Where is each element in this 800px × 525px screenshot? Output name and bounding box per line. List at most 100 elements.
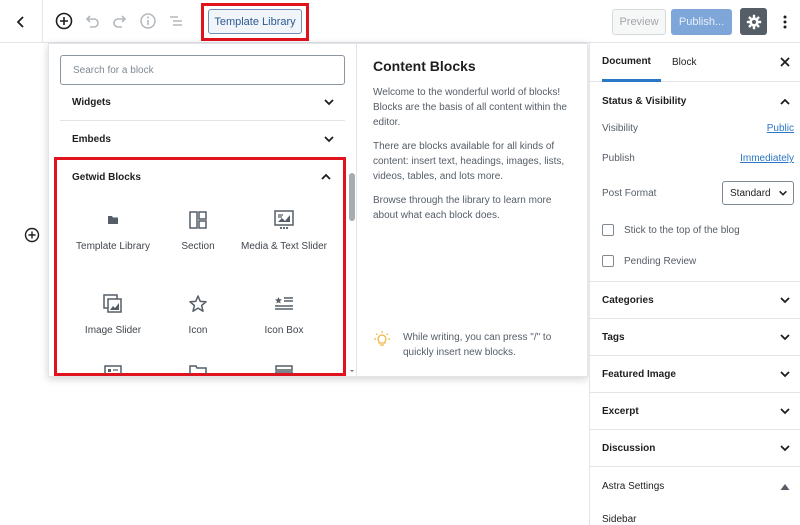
panel-tags[interactable]: Tags <box>590 319 800 356</box>
block-label: Icon Box <box>264 325 304 336</box>
chevron-up-icon <box>321 173 331 180</box>
block-inserter: Search for a block Widgets Embeds Getwid… <box>48 43 588 377</box>
block-partial-icon <box>104 365 122 374</box>
astra-sidebar-label: Sidebar <box>602 514 637 525</box>
chevron-up-icon <box>780 98 790 105</box>
block-partial-icon <box>189 365 207 374</box>
visibility-row: Visibility Public <box>602 123 794 134</box>
panel-astra-settings[interactable]: Astra Settings <box>590 468 800 505</box>
publish-date-link[interactable]: Immediately <box>740 153 794 164</box>
publish-button[interactable]: Publish... <box>671 9 732 35</box>
panel-label: Tags <box>602 331 625 343</box>
preview-button[interactable]: Preview <box>612 9 666 35</box>
post-format-select[interactable]: Standard <box>722 181 794 205</box>
panel-discussion[interactable]: Discussion <box>590 430 800 467</box>
sticky-checkbox[interactable] <box>602 224 614 236</box>
folder-icon <box>108 216 118 224</box>
inserter-scrollbar[interactable] <box>348 99 356 374</box>
help-tip: While writing, you can press "/" to quic… <box>373 330 578 360</box>
pending-checkbox[interactable] <box>602 255 614 267</box>
back-button[interactable] <box>0 0 43 43</box>
block-template-library[interactable]: Template Library <box>68 209 158 253</box>
block-icon-box[interactable]: Icon Box <box>239 293 329 337</box>
editor-toolbar: Template Library Preview Publish... <box>0 0 800 43</box>
help-paragraph: Welcome to the wonderful world of blocks… <box>373 87 567 128</box>
section-icon <box>189 211 207 229</box>
sticky-label: Stick to the top of the blog <box>624 224 740 236</box>
chevron-down-icon <box>780 445 790 452</box>
block-label: Icon <box>188 325 208 336</box>
undo-icon <box>85 15 99 28</box>
lightbulb-icon <box>374 331 390 346</box>
pending-checkbox-row[interactable]: Pending Review <box>602 255 696 267</box>
post-format-value: Standard <box>730 187 771 199</box>
chevron-down-icon <box>324 136 334 143</box>
help-paragraph: Browse through the library to learn more… <box>373 195 552 221</box>
tab-block[interactable]: Block <box>672 43 696 82</box>
plus-circle-icon <box>55 12 73 30</box>
list-outline-icon <box>170 16 182 26</box>
panel-getwid-label: Getwid Blocks <box>72 171 141 183</box>
getwid-blocks-highlight <box>54 157 346 376</box>
settings-button[interactable] <box>740 8 767 35</box>
scroll-down-arrow-icon[interactable] <box>349 368 355 374</box>
block-label: Media & Text Slider <box>241 241 327 252</box>
panel-label: Astra Settings <box>602 481 665 492</box>
sticky-checkbox-row[interactable]: Stick to the top of the blog <box>602 224 740 236</box>
panel-status-visibility[interactable]: Status & Visibility <box>590 83 800 120</box>
chevron-down-icon <box>779 190 787 196</box>
canvas-add-block-icon[interactable] <box>24 227 40 243</box>
tab-document[interactable]: Document <box>602 43 661 82</box>
panel-label: Discussion <box>602 442 656 454</box>
help-title: Content Blocks <box>373 58 476 74</box>
media-text-slider-icon <box>274 210 294 230</box>
post-format-label: Post Format <box>602 187 657 199</box>
panel-embeds[interactable]: Embeds <box>60 121 345 158</box>
block-label: Image Slider <box>84 325 142 336</box>
more-options-button[interactable] <box>775 11 795 33</box>
image-slider-icon <box>103 294 122 313</box>
gear-icon <box>746 14 761 29</box>
chevron-down-icon <box>780 408 790 415</box>
panel-categories[interactable]: Categories <box>590 282 800 319</box>
panel-label: Featured Image <box>602 368 676 380</box>
block-label: Template Library <box>76 241 150 252</box>
triangle-up-icon <box>780 483 790 490</box>
publish-row: Publish Immediately <box>602 153 794 164</box>
close-icon[interactable] <box>778 55 792 69</box>
visibility-link[interactable]: Public <box>767 123 794 134</box>
scrollbar-thumb[interactable] <box>349 173 355 221</box>
redo-button[interactable] <box>110 11 130 31</box>
sidebar-tabs: Document Block <box>590 43 800 82</box>
outline-button[interactable] <box>166 11 186 31</box>
panel-widgets[interactable]: Widgets <box>60 84 345 121</box>
add-block-button[interactable] <box>54 11 74 31</box>
info-icon <box>140 13 156 29</box>
visibility-label: Visibility <box>602 123 638 134</box>
settings-sidebar: Document Block Status & Visibility Visib… <box>589 43 800 525</box>
chevron-down-icon <box>780 371 790 378</box>
block-media-text-slider[interactable]: Media & Text Slider <box>239 209 329 253</box>
block-search-input[interactable]: Search for a block <box>60 55 345 85</box>
panel-excerpt[interactable]: Excerpt <box>590 393 800 430</box>
panel-label: Categories <box>602 294 654 306</box>
panel-featured-image[interactable]: Featured Image <box>590 356 800 393</box>
icon-box-icon <box>275 297 293 310</box>
inserter-block-list: Search for a block Widgets Embeds Getwid… <box>49 44 357 376</box>
chevron-down-icon <box>780 297 790 304</box>
undo-button[interactable] <box>82 11 102 31</box>
info-button[interactable] <box>138 11 158 31</box>
block-icon[interactable]: Icon <box>153 293 243 337</box>
panel-widgets-label: Widgets <box>72 96 111 108</box>
panel-label: Excerpt <box>602 405 639 417</box>
block-section[interactable]: Section <box>153 209 243 253</box>
vertical-ellipsis-icon <box>783 15 787 29</box>
panel-embeds-label: Embeds <box>72 133 111 145</box>
help-tip-text: While writing, you can press "/" to quic… <box>403 332 552 358</box>
block-partial-icon <box>275 365 293 374</box>
template-library-button[interactable]: Template Library <box>208 9 302 34</box>
block-image-slider[interactable]: Image Slider <box>68 293 158 337</box>
block-label: Section <box>181 241 215 252</box>
post-format-row: Post Format Standard <box>602 181 794 205</box>
panel-getwid-blocks[interactable]: Getwid Blocks <box>66 166 336 188</box>
